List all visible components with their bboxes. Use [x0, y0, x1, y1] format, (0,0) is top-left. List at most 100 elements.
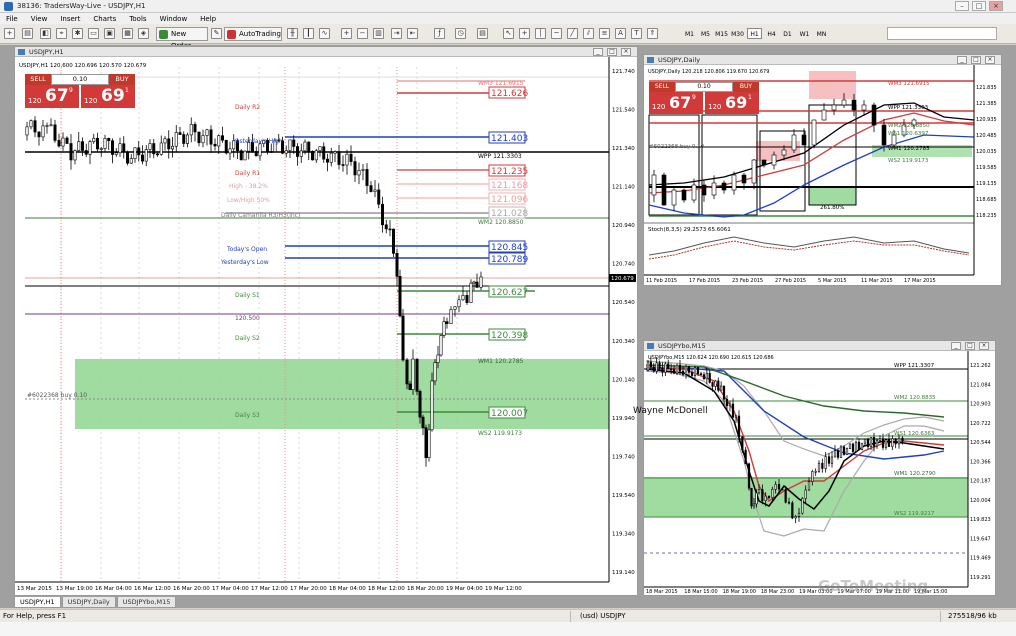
daily-buy-button[interactable]: BUY — [733, 82, 759, 92]
close-button[interactable]: × — [989, 1, 1003, 11]
candlestick-icon[interactable]: ┃ — [303, 28, 314, 39]
h1-candle — [430, 380, 434, 431]
timeframe-mn[interactable]: MN — [814, 28, 829, 39]
h1-candle — [453, 306, 457, 310]
lot-size-input[interactable]: 0.10 — [51, 74, 109, 85]
chart-window-h1[interactable]: USDJPY,H1 _ □ × 121.626 121.403 121.235 … — [14, 46, 638, 596]
timeframe-m1[interactable]: M1 — [682, 28, 697, 39]
timeframe-w1[interactable]: W1 — [797, 28, 812, 39]
h1-candle — [391, 228, 395, 254]
h1-candle — [449, 309, 453, 324]
zoom-out-icon[interactable]: − — [357, 28, 368, 39]
search-input[interactable] — [887, 27, 997, 40]
daily-ask-button[interactable]: 120 69 1 — [705, 92, 759, 114]
horizontal-line-icon[interactable]: ─ — [551, 28, 562, 39]
h1-candle — [243, 150, 247, 161]
daily-green-box — [809, 187, 856, 205]
chart-window-m15[interactable]: USDJPYbo,M15 _ □ × WPP 121.3307 WM2 120.… — [643, 340, 996, 596]
h1-candle — [427, 429, 431, 458]
line-chart-icon[interactable]: ∿ — [319, 28, 330, 39]
menu-window[interactable]: Window — [154, 15, 195, 23]
m15-minimize-button[interactable]: _ — [951, 342, 961, 350]
daily-sell-button[interactable]: SELL — [649, 82, 675, 92]
indicators-icon[interactable]: ƒ — [434, 28, 445, 39]
navigator-icon[interactable]: ✱ — [72, 28, 83, 39]
bid-price-button[interactable]: 120 67 9 — [25, 85, 79, 108]
tab-usdjpybo-m15[interactable]: USDJPYbo,M15 — [116, 597, 177, 608]
h1-candle — [133, 147, 137, 159]
menu-view[interactable]: View — [25, 15, 55, 23]
h1-price-tick: 119.540 — [612, 493, 635, 499]
h1-candle — [365, 169, 369, 186]
daily-candle — [881, 124, 887, 146]
m15-price-tick: 120.004 — [970, 498, 991, 504]
ask-price-button[interactable]: 120 69 1 — [81, 85, 135, 108]
label-daily-r2: Daily R2 — [235, 104, 260, 111]
window-title: 38136: TradersWay-Live - USDJPY,H1 — [17, 2, 146, 10]
chart-restore-button[interactable]: □ — [607, 48, 617, 56]
metaeditor-icon[interactable]: ✎ — [211, 28, 222, 39]
chart-window-daily[interactable]: USDJPY,Daily _ □ × WM3 121.6915 WPP 121.… — [643, 54, 1002, 286]
h1-candle — [217, 135, 221, 147]
chart-minimize-button[interactable]: _ — [593, 48, 603, 56]
menu-file[interactable]: File — [0, 15, 25, 23]
chart-shift-icon[interactable]: ⇤ — [407, 28, 418, 39]
timeframe-d1[interactable]: D1 — [780, 28, 795, 39]
buy-button[interactable]: BUY — [109, 74, 135, 85]
daily-bid-button[interactable]: 120 67 9 — [649, 92, 703, 114]
new-chart-icon[interactable]: + — [4, 28, 15, 39]
status-profile[interactable]: (usd) USDJPY — [580, 610, 626, 622]
arrows-icon[interactable]: ⇑ — [647, 28, 658, 39]
crosshair-icon[interactable]: + — [519, 28, 530, 39]
periods-icon[interactable]: ◷ — [455, 28, 466, 39]
menu-charts[interactable]: Charts — [87, 15, 123, 23]
market-watch-icon[interactable]: ◧ — [40, 28, 51, 39]
daily-restore-button[interactable]: □ — [971, 56, 981, 64]
menu-tools[interactable]: Tools — [123, 15, 153, 23]
tab-usdjpy-daily[interactable]: USDJPY,Daily — [61, 597, 116, 608]
daily-close-button[interactable]: × — [985, 56, 995, 64]
daily-candle — [651, 174, 657, 196]
tab-usdjpy-h1[interactable]: USDJPY,H1 — [14, 597, 61, 608]
maximize-button[interactable]: □ — [972, 1, 986, 11]
daily-lot-input[interactable]: 0.10 — [675, 82, 733, 92]
m15-close-button[interactable]: × — [979, 342, 989, 350]
data-window-icon[interactable]: ⌖ — [56, 28, 67, 39]
equidistant-channel-icon[interactable]: ⫽ — [583, 28, 594, 39]
new-order-button[interactable]: New Order — [156, 27, 208, 50]
tile-windows-icon[interactable]: ▥ — [373, 28, 384, 39]
bar-chart-icon[interactable]: ╫ — [287, 28, 298, 39]
tester-icon[interactable]: ▣ — [104, 28, 115, 39]
autoscroll-icon[interactable]: ⇥ — [391, 28, 402, 39]
chart-close-button[interactable]: × — [621, 48, 631, 56]
cursor-icon[interactable]: ↖ — [503, 28, 514, 39]
menu-insert[interactable]: Insert — [54, 15, 87, 23]
minimize-button[interactable]: – — [955, 1, 969, 11]
timeframe-h1[interactable]: H1 — [747, 28, 762, 39]
tester-2-icon[interactable]: ▦ — [122, 28, 133, 39]
timeframe-m30[interactable]: M30 — [730, 28, 745, 39]
menu-help[interactable]: Help — [194, 15, 223, 23]
text-label-icon[interactable]: T — [631, 28, 642, 39]
trendline-icon[interactable]: ╱ — [567, 28, 578, 39]
terminal-icon[interactable]: ▭ — [88, 28, 99, 39]
h1-chart-svg[interactable]: 121.626 121.403 121.235 121.168 121.096 … — [15, 57, 637, 595]
zoom-in-icon[interactable]: + — [341, 28, 352, 39]
daily-label-wm1: WM1 120.2785 — [888, 146, 930, 152]
h1-candle — [436, 354, 440, 363]
timeframe-h4[interactable]: H4 — [764, 28, 779, 39]
m15-restore-button[interactable]: □ — [965, 342, 975, 350]
vertical-line-icon[interactable]: │ — [535, 28, 546, 39]
profiles-icon[interactable]: ▤ — [22, 28, 33, 39]
text-tool-icon[interactable]: A — [615, 28, 626, 39]
sell-button[interactable]: SELL — [25, 74, 51, 85]
options-icon[interactable]: ◈ — [138, 28, 149, 39]
m15-chart-svg[interactable]: WPP 121.3307 WM2 120.8835 WS1 120.6363 W… — [644, 351, 995, 595]
h1-candle — [361, 169, 365, 171]
fibonacci-icon[interactable]: ≡ — [599, 28, 610, 39]
timeframe-m5[interactable]: M5 — [698, 28, 713, 39]
templates-icon[interactable]: ▤ — [477, 28, 488, 39]
timeframe-m15[interactable]: M15 — [714, 28, 729, 39]
daily-minimize-button[interactable]: _ — [957, 56, 967, 64]
autotrading-button[interactable]: AutoTrading — [224, 27, 282, 41]
